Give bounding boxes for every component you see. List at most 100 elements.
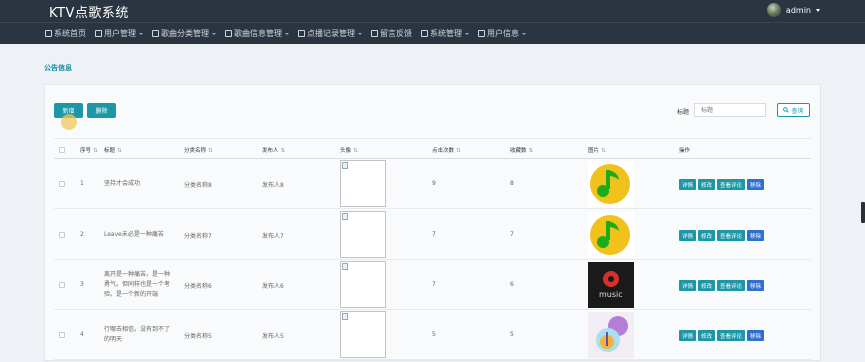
delete-button[interactable]: 删除 xyxy=(87,103,116,118)
sort-icon: ⇅ xyxy=(528,148,534,154)
remove-button[interactable]: 移除 xyxy=(747,179,765,190)
broken-image-icon xyxy=(342,313,348,320)
view-comments-button[interactable]: 查看评论 xyxy=(717,280,746,291)
remove-button[interactable]: 移除 xyxy=(747,230,765,241)
search-input[interactable] xyxy=(694,103,766,117)
remove-button[interactable]: 移除 xyxy=(747,330,765,341)
column-header[interactable]: 发布人 ⇅ xyxy=(262,146,285,154)
detail-button[interactable]: 详情 xyxy=(679,179,697,190)
row-index: 2 xyxy=(80,231,84,238)
detail-button[interactable]: 详情 xyxy=(679,230,697,241)
tags-icon xyxy=(298,30,305,37)
chevron-down-icon xyxy=(358,32,362,35)
nav-item-1[interactable]: 系统首页 xyxy=(45,28,86,39)
chevron-down-icon xyxy=(212,32,216,35)
select-all-checkbox[interactable] xyxy=(59,147,65,153)
row-favorites: 6 xyxy=(510,281,514,288)
column-header[interactable]: 序号 ⇅ xyxy=(80,146,98,154)
chevron-down-icon xyxy=(816,8,820,12)
row-title: Leave未必是一种痛苦 xyxy=(104,231,164,238)
nav-item-4[interactable]: 歌曲信息管理 xyxy=(225,28,289,39)
column-header[interactable]: 点击次数 ⇅ xyxy=(432,146,461,154)
nav-item-2[interactable]: 用户管理 xyxy=(95,28,143,39)
qq-music-logo xyxy=(588,161,634,207)
row-clicks: 7 xyxy=(432,281,436,288)
grid-icon xyxy=(225,30,232,37)
nav-item-label: 用户管理 xyxy=(104,29,136,38)
app-title: KTV点歌系统 xyxy=(49,6,129,21)
row-checkbox[interactable] xyxy=(59,282,65,288)
nav-item-3[interactable]: 歌曲分类管理 xyxy=(152,28,216,39)
edit-button[interactable]: 修改 xyxy=(698,230,716,241)
sort-icon: ⇅ xyxy=(208,148,213,154)
row-clicks: 9 xyxy=(432,180,436,187)
broken-image-icon xyxy=(342,263,348,270)
broken-image-icon xyxy=(342,162,348,169)
row-publisher: 发布人8 xyxy=(262,182,284,189)
user-icon xyxy=(95,30,102,37)
main-nav: 系统首页 用户管理 歌曲分类管理 歌曲信息管理 点播记录管理 留言反馈 系统管理 用户信息 xyxy=(0,22,865,44)
column-header[interactable]: 图片 ⇅ xyxy=(588,146,606,154)
row-clicks: 5 xyxy=(432,331,436,338)
table-row: 3 离开是一种痛苦。是一种 勇气。但同样也是一个考 验。是一个新的开端 分类名称6 发布人… xyxy=(54,260,811,310)
scrollbar-thumb[interactable] xyxy=(861,202,865,223)
chevron-down-icon xyxy=(465,32,469,35)
row-actions: 详情 修改 查看评论 移除 xyxy=(679,330,765,341)
column-header[interactable]: 收藏数 ⇅ xyxy=(510,146,533,154)
chevron-down-icon xyxy=(522,32,526,35)
row-actions: 详情 修改 查看评论 移除 xyxy=(679,280,765,291)
column-header[interactable]: 头像 ⇅ xyxy=(340,146,358,154)
user-name: admin xyxy=(785,5,811,15)
nav-item-label: 留言反馈 xyxy=(380,29,412,38)
detail-button[interactable]: 详情 xyxy=(679,330,697,341)
row-publisher: 发布人6 xyxy=(262,283,284,290)
edit-button[interactable]: 修改 xyxy=(698,280,716,291)
column-header[interactable]: 标题 ⇅ xyxy=(104,146,122,154)
user-menu[interactable]: admin xyxy=(766,3,820,17)
detail-button[interactable]: 详情 xyxy=(679,280,697,291)
row-title: 行哪去相信。没有到不了 的明天 xyxy=(104,326,171,343)
sort-icon: ⇅ xyxy=(601,148,606,154)
chevron-down-icon xyxy=(139,32,143,35)
column-header[interactable]: 分类名称 ⇅ xyxy=(184,146,213,154)
top-header: KTV点歌系统 admin xyxy=(0,0,865,22)
view-comments-button[interactable]: 查看评论 xyxy=(717,230,746,241)
row-index: 1 xyxy=(80,180,84,187)
row-clicks: 7 xyxy=(432,231,436,238)
nav-item-label: 歌曲分类管理 xyxy=(161,29,209,38)
row-favorites: 8 xyxy=(510,180,514,187)
row-category: 分类名称8 xyxy=(184,182,212,189)
sort-icon: ⇅ xyxy=(280,148,286,154)
search-button-label: 查询 xyxy=(791,107,804,115)
search-button[interactable]: 查询 xyxy=(777,103,810,117)
page-title: 公告信息 xyxy=(44,64,72,72)
search-icon xyxy=(783,107,790,113)
row-actions: 详情 修改 查看评论 移除 xyxy=(679,179,765,190)
nav-item-5[interactable]: 点播记录管理 xyxy=(298,28,362,39)
mouse-cursor-highlight xyxy=(61,114,77,130)
music-app-logo: music xyxy=(588,262,634,308)
sort-icon: ⇅ xyxy=(353,148,358,154)
nav-item-8[interactable]: 用户信息 xyxy=(478,28,526,39)
row-category: 分类名称7 xyxy=(184,233,212,240)
remove-button[interactable]: 移除 xyxy=(747,280,765,291)
edit-button[interactable]: 修改 xyxy=(698,179,716,190)
view-comments-button[interactable]: 查看评论 xyxy=(717,330,746,341)
nav-item-6[interactable]: 留言反馈 xyxy=(371,28,412,39)
row-checkbox[interactable] xyxy=(59,181,65,187)
row-checkbox[interactable] xyxy=(59,232,65,238)
row-category: 分类名称6 xyxy=(184,283,212,290)
apps-icon xyxy=(421,30,428,37)
row-avatar-image xyxy=(340,311,386,358)
nav-item-label: 系统管理 xyxy=(430,29,462,38)
edit-button[interactable]: 修改 xyxy=(698,330,716,341)
row-title: 离开是一种痛苦。是一种 勇气。但同样也是一个考 验。是一个新的开端 xyxy=(104,271,171,298)
user-avatar xyxy=(766,3,781,17)
table-header: 序号 ⇅ 标题 ⇅ 分类名称 ⇅ 发布人 ⇅ 头像 ⇅ 点击次数 ⇅ 收藏数 ⇅ 图片 ⇅ 操作 xyxy=(54,138,811,159)
row-actions: 详情 修改 查看评论 移除 xyxy=(679,230,765,241)
view-comments-button[interactable]: 查看评论 xyxy=(717,179,746,190)
nav-item-7[interactable]: 系统管理 xyxy=(421,28,469,39)
nav-item-label: 系统首页 xyxy=(54,29,86,38)
row-checkbox[interactable] xyxy=(59,332,65,338)
music-cartoon xyxy=(588,312,634,358)
